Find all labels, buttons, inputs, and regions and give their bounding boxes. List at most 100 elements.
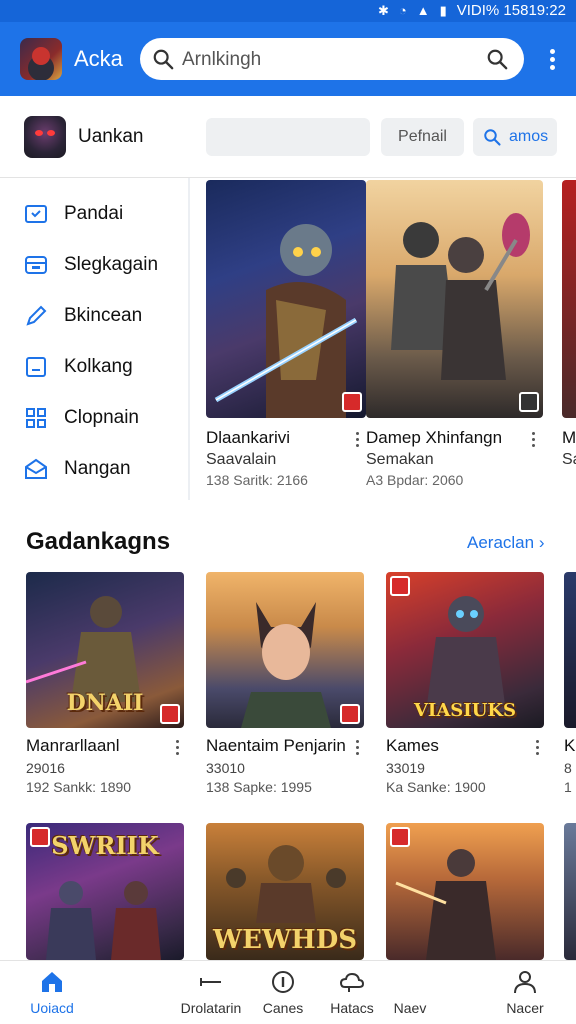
nav-label: Drolatarin (180, 1000, 242, 1016)
game-art-title: VIASIUKS (413, 700, 517, 721)
sidebar-item-kolkang[interactable]: Kolkang (24, 349, 184, 385)
game-card[interactable]: SWRIIK (26, 823, 184, 960)
mail-icon (25, 458, 47, 479)
featured-card[interactable]: Dlaankarivi Saavalain 138 Saritk: 2166 (206, 180, 366, 490)
more-options-icon[interactable] (174, 740, 180, 756)
game-art: VIASIUKS (386, 572, 544, 728)
game-meta: 138 Sapke: 1995 (206, 779, 312, 795)
game-badge-icon (519, 392, 539, 412)
person-icon (514, 971, 536, 994)
nav-naev[interactable]: Naev (386, 967, 434, 1023)
game-card[interactable] (386, 823, 544, 960)
more-options-icon[interactable] (354, 740, 360, 756)
sidebar-item-label: Pandai (64, 203, 124, 224)
search-submit-icon[interactable] (486, 48, 508, 70)
puzzle-icon (26, 408, 46, 428)
see-all-link[interactable]: Aeraclan › (467, 533, 544, 553)
sidebar-item-clopnain[interactable]: Clopnain (24, 400, 184, 436)
signal-icon: ▲ (416, 3, 430, 18)
featured-title: M (562, 428, 576, 447)
game-card[interactable]: K 8 1 (564, 572, 576, 804)
game-title: K (564, 736, 576, 755)
bottom-nav: Uoiacd Drolatarin Canes Hatacs Naev Nace… (0, 960, 576, 1024)
game-art: DNAII (26, 572, 184, 728)
game-art: WEWHDS (206, 823, 364, 960)
home-icon (42, 972, 62, 992)
featured-subtitle: Saavalain (206, 451, 277, 468)
nav-drolatarin[interactable]: Drolatarin (172, 967, 250, 1023)
game-card[interactable] (564, 823, 576, 960)
nav-home[interactable]: Uoiacd (22, 967, 82, 1023)
nav-label: Canes (262, 1000, 304, 1016)
game-art: SWRIIK (26, 823, 184, 960)
cloud-icon (339, 972, 365, 992)
featured-art (562, 180, 576, 418)
sidebar-item-pandai[interactable]: Pandai (24, 196, 184, 232)
inbox-icon (25, 256, 47, 274)
featured-card[interactable]: M Sa (562, 180, 576, 490)
more-options-icon[interactable] (530, 432, 536, 448)
sidebar-item-label: Nangan (64, 458, 131, 479)
game-badge-icon (30, 827, 50, 847)
featured-art (366, 180, 543, 418)
more-options-icon[interactable] (354, 432, 360, 448)
featured-card[interactable]: Damep Xhinfangn Semakan A3 Bpdar: 2060 (366, 180, 543, 490)
game-badge-icon (160, 704, 180, 724)
nav-hatacs[interactable]: Hatacs (324, 967, 380, 1023)
game-card[interactable]: Naentaim Penjarin 33010 138 Sapke: 1995 (206, 572, 364, 804)
pencil-icon (26, 305, 47, 326)
game-badge-icon (390, 576, 410, 596)
battery-icon: ▮ (439, 2, 447, 18)
profile-button[interactable]: Pefnail (381, 118, 464, 156)
game-subtitle: 33010 (206, 760, 245, 776)
section-title: Gadankagns (26, 528, 171, 555)
search-icon (484, 129, 501, 146)
featured-subtitle: Semakan (366, 451, 434, 468)
game-title: Naentaim Penjarin (206, 736, 346, 755)
sidebar-item-bkincean[interactable]: Bkincean (24, 298, 184, 334)
status-bar: ✱ ◔ ▲ ▮ VIDI% 15819:22 (0, 0, 576, 22)
nav-nacer[interactable]: Nacer (498, 967, 552, 1023)
search-icon (153, 49, 174, 70)
app-name: Acka (74, 46, 123, 71)
overflow-menu-icon[interactable] (550, 49, 556, 70)
search-input[interactable]: Arnlkingh (182, 49, 261, 71)
nav-label: Naev (393, 1000, 427, 1016)
game-meta: 1 (564, 779, 572, 795)
sidebar-item-nangan[interactable]: Nangan (24, 451, 184, 487)
featured-title: Damep Xhinfangn (366, 428, 503, 447)
profile-field[interactable] (206, 118, 370, 156)
search-games-button[interactable]: amos (473, 118, 557, 156)
game-card[interactable]: VIASIUKS Kames 33019 Ka Sanke: 1900 (386, 572, 544, 804)
game-title: Kames (386, 736, 439, 755)
nav-label: Nacer (506, 1000, 544, 1016)
search-bar[interactable]: Arnlkingh (140, 38, 524, 80)
profile-name: Uankan (78, 126, 144, 147)
sidebar: Pandai Slegkagain Bkincean Kolkang Clopn… (0, 178, 190, 500)
app-logo[interactable] (20, 38, 62, 80)
nav-canes[interactable]: Canes (256, 967, 310, 1023)
window-icon (26, 357, 46, 377)
game-badge-icon (390, 827, 410, 847)
avatar[interactable] (24, 116, 66, 158)
featured-art (206, 180, 366, 418)
featured-title: Dlaankarivi (206, 428, 291, 447)
game-badge-icon (340, 704, 360, 724)
game-art (206, 572, 364, 728)
app-bar: Acka Arnlkingh (0, 22, 576, 96)
sidebar-item-slegkagain[interactable]: Slegkagain (24, 247, 184, 283)
game-meta: 192 Sankk: 1890 (26, 779, 132, 795)
game-subtitle: 33019 (386, 760, 425, 776)
sidebar-item-label: Slegkagain (64, 254, 159, 275)
game-card[interactable]: WEWHDS (206, 823, 364, 960)
game-art (564, 823, 576, 960)
featured-meta: A3 Bpdar: 2060 (366, 472, 464, 488)
wifi-icon: ◔ (398, 3, 407, 18)
featured-meta: 138 Saritk: 2166 (206, 472, 308, 488)
game-card[interactable]: DNAII Manrarllaanl 29016 192 Sankk: 1890 (26, 572, 184, 804)
more-options-icon[interactable] (534, 740, 540, 756)
game-art-title: WEWHDS (212, 925, 358, 955)
game-subtitle: 29016 (26, 760, 65, 776)
sidebar-item-label: Bkincean (64, 305, 143, 326)
featured-subtitle: Sa (562, 451, 576, 468)
